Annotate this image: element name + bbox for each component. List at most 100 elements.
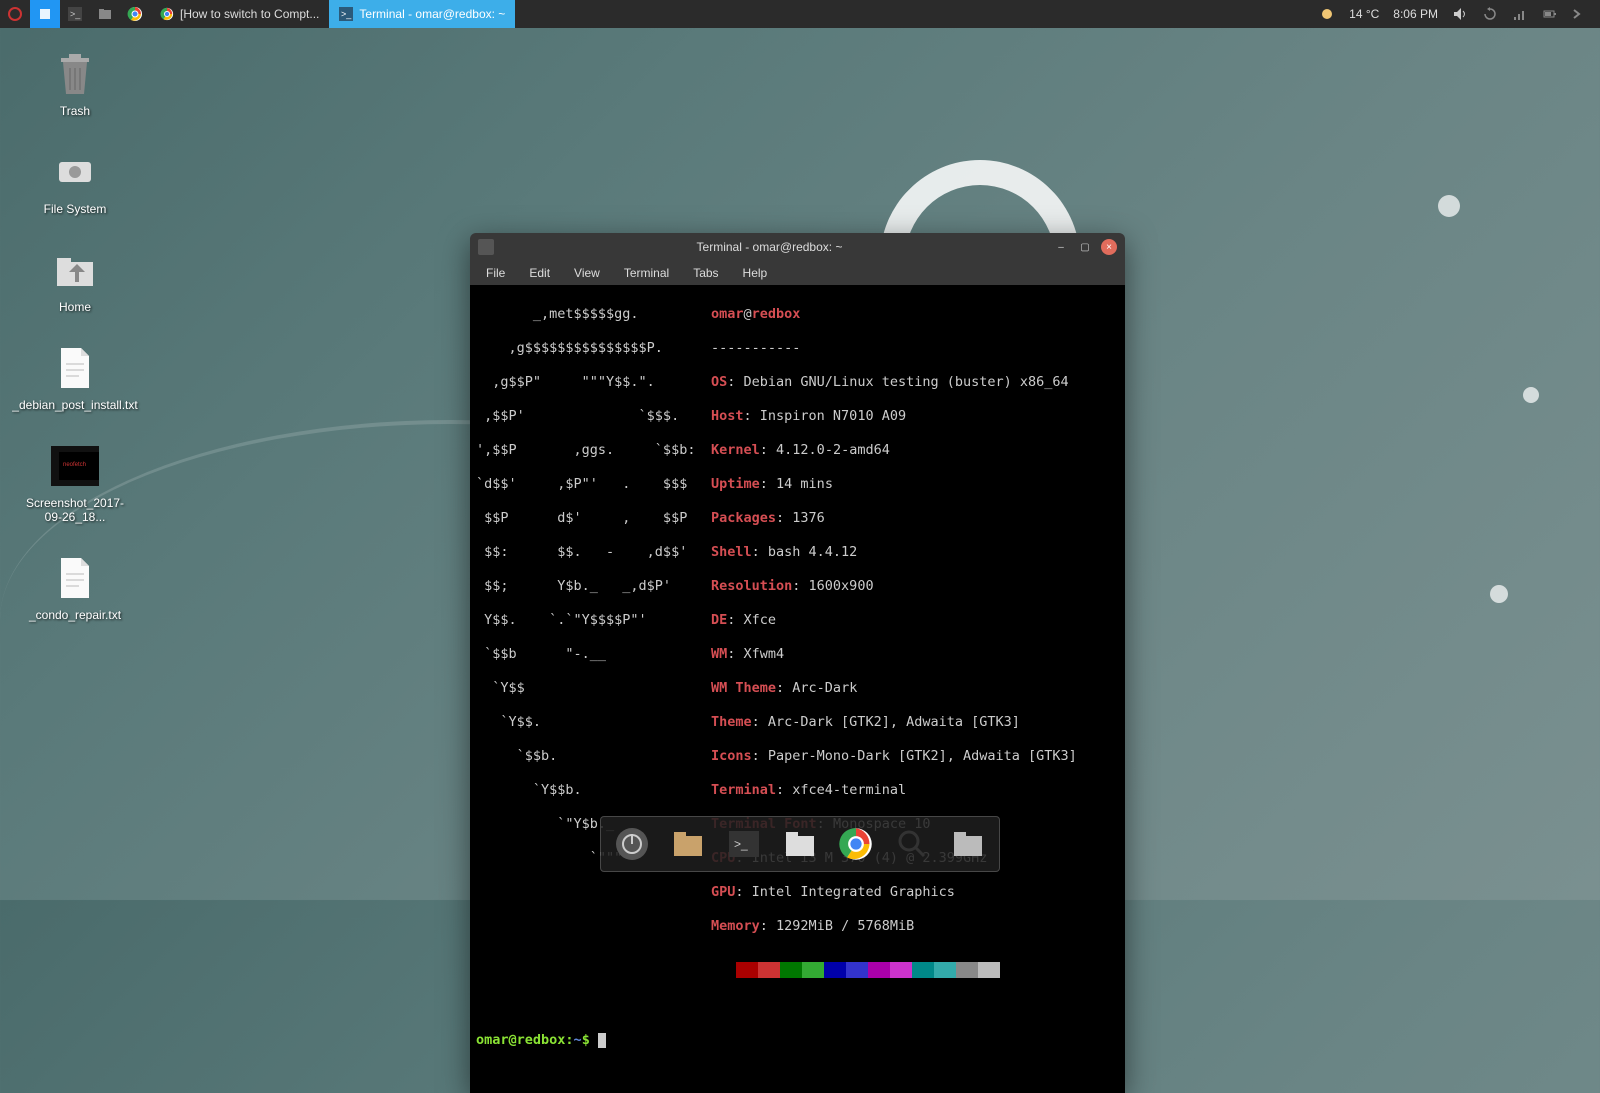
ascii-line: `$$b "-.__ [476, 646, 711, 663]
chrome-launcher[interactable] [120, 0, 150, 28]
taskbar-label: [How to switch to Compt... [180, 7, 319, 21]
color-swatch [912, 962, 934, 978]
icon-label: Screenshot_2017-09-26_18... [26, 496, 124, 524]
desktop-textfile2[interactable]: _condo_repair.txt [30, 554, 120, 622]
neofetch-dashes: ----------- [711, 340, 800, 357]
dock: >_ [600, 816, 1000, 872]
ascii-line: `Y$$. [476, 714, 711, 731]
dock-files2[interactable] [779, 823, 821, 865]
color-swatches [736, 962, 1119, 978]
info-label: GPU [711, 884, 735, 900]
refresh-icon[interactable] [1482, 6, 1498, 22]
info-value: Xfwm4 [744, 646, 785, 662]
icon-label: _condo_repair.txt [29, 608, 121, 622]
ascii-line: $$; Y$b._ _,d$P' [476, 578, 711, 595]
info-value: Intel Integrated Graphics [752, 884, 955, 900]
icon-label: File System [44, 202, 107, 216]
icon-label: Trash [60, 104, 90, 118]
image-thumbnail-icon: neofetch [51, 442, 99, 490]
clock-text[interactable]: 8:06 PM [1393, 7, 1438, 21]
menu-tabs[interactable]: Tabs [683, 264, 728, 282]
battery-icon[interactable] [1542, 6, 1558, 22]
weather-text[interactable]: 14 °C [1349, 7, 1379, 21]
info-value: Debian GNU/Linux testing (buster) x86_64 [744, 374, 1069, 390]
color-swatch [978, 962, 1000, 978]
desktop-icons: Trash File System Home _debian_post_inst… [30, 50, 120, 622]
dock-chrome[interactable] [835, 823, 877, 865]
info-value: 1292MiB / 5768MiB [776, 918, 914, 934]
dock-files3[interactable] [947, 823, 989, 865]
desktop-filesystem[interactable]: File System [30, 148, 120, 216]
color-swatch [934, 962, 956, 978]
cursor [598, 1033, 606, 1048]
info-label: Memory [711, 918, 760, 934]
dock-search[interactable] [891, 823, 933, 865]
show-desktop-launcher[interactable] [30, 0, 60, 28]
dock-files[interactable] [667, 823, 709, 865]
weather-icon[interactable] [1319, 6, 1335, 22]
wallpaper-dot [1438, 195, 1460, 217]
color-swatch [758, 962, 780, 978]
terminal-launcher[interactable]: >_ [60, 0, 90, 28]
svg-text:>_: >_ [734, 837, 748, 851]
dock-power[interactable] [611, 823, 653, 865]
menu-view[interactable]: View [564, 264, 610, 282]
color-swatch [868, 962, 890, 978]
ascii-line: `Y$$b. [476, 782, 711, 799]
network-icon[interactable] [1512, 6, 1528, 22]
top-panel: >_ [How to switch to Compt... >_ Termina… [0, 0, 1600, 28]
minimize-button[interactable]: – [1053, 239, 1069, 255]
color-swatch [890, 962, 912, 978]
svg-text:neofetch: neofetch [63, 462, 86, 468]
menubar: File Edit View Terminal Tabs Help [470, 261, 1125, 285]
home-folder-icon [51, 246, 99, 294]
ascii-line: Y$$. `.`"Y$$$$P"' [476, 612, 711, 629]
menu-file[interactable]: File [476, 264, 515, 282]
info-label: DE [711, 612, 727, 628]
ascii-line: ,g$$P" """Y$$.". [476, 374, 711, 391]
terminal-body[interactable]: _,met$$$$$gg.omar@redbox ,g$$$$$$$$$$$$$… [470, 285, 1125, 1093]
window-icon [478, 239, 494, 255]
info-label: Theme [711, 714, 752, 730]
desktop-textfile1[interactable]: _debian_post_install.txt [30, 344, 120, 412]
ascii-line: `Y$$ [476, 680, 711, 697]
whisker-menu[interactable] [0, 0, 30, 28]
text-file-icon [51, 344, 99, 392]
terminal-window: Terminal - omar@redbox: ~ – ▢ × File Edi… [470, 233, 1125, 1093]
info-label: Kernel [711, 442, 760, 458]
volume-icon[interactable] [1452, 6, 1468, 22]
close-button[interactable]: × [1101, 239, 1117, 255]
svg-text:>_: >_ [341, 9, 352, 19]
dock-terminal[interactable]: >_ [723, 823, 765, 865]
chevron-right-icon[interactable] [1572, 6, 1588, 22]
maximize-button[interactable]: ▢ [1077, 239, 1093, 255]
info-value: 1600x900 [809, 578, 874, 594]
color-swatch [824, 962, 846, 978]
taskbar-terminal[interactable]: >_ Terminal - omar@redbox: ~ [329, 0, 515, 28]
desktop-trash[interactable]: Trash [30, 50, 120, 118]
info-value: Paper-Mono-Dark [GTK2], Adwaita [GTK3] [768, 748, 1077, 764]
desktop-home[interactable]: Home [30, 246, 120, 314]
info-value: Xfce [744, 612, 777, 628]
info-value: bash 4.4.12 [768, 544, 857, 560]
info-label: Icons [711, 748, 752, 764]
taskbar-chrome[interactable]: [How to switch to Compt... [150, 0, 329, 28]
neofetch-user: omar [711, 306, 744, 322]
drive-icon [51, 148, 99, 196]
desktop-screenshot[interactable]: neofetch Screenshot_2017-09-26_18... [30, 442, 120, 524]
menu-edit[interactable]: Edit [519, 264, 560, 282]
panel-right: 14 °C 8:06 PM [1319, 6, 1600, 22]
color-swatch [802, 962, 824, 978]
menu-help[interactable]: Help [733, 264, 778, 282]
info-label: Shell [711, 544, 752, 560]
titlebar[interactable]: Terminal - omar@redbox: ~ – ▢ × [470, 233, 1125, 261]
ascii-line: `d$$' ,$P"' . $$$ [476, 476, 711, 493]
menu-terminal[interactable]: Terminal [614, 264, 679, 282]
info-label: OS [711, 374, 727, 390]
panel-left: >_ [How to switch to Compt... >_ Termina… [0, 0, 515, 28]
info-value: Arc-Dark [792, 680, 857, 696]
wallpaper-dot [1523, 387, 1539, 403]
ascii-line: ,g$$$$$$$$$$$$$$$P. [476, 340, 711, 357]
info-value: 4.12.0-2-amd64 [776, 442, 890, 458]
files-launcher[interactable] [90, 0, 120, 28]
